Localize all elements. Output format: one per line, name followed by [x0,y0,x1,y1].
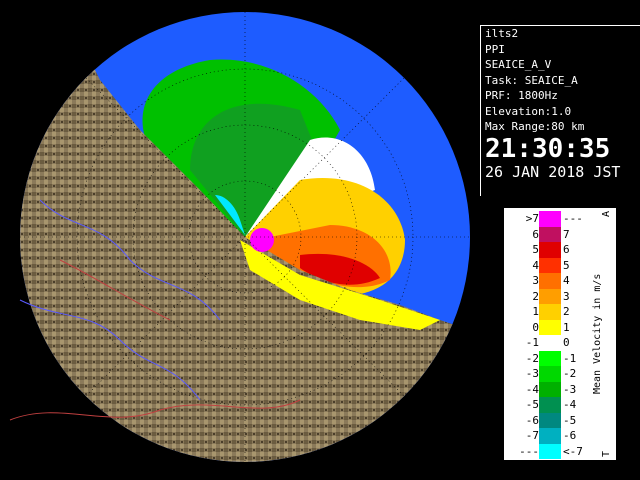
legend-label-left: 6 [532,227,539,241]
scan-date: 26 JAN 2018 JST [485,162,621,181]
legend-corner-bottom: T [601,450,612,457]
legend-corner-top: A [601,211,612,218]
legend-label-right: 5 [563,258,570,272]
legend-swatch [539,397,561,413]
legend-label-right: -3 [563,382,577,396]
legend-label-left: -7 [525,429,539,442]
prf-value: PRF: 1800Hz [485,89,558,102]
task-name: Task: SEAICE_A [485,73,578,87]
legend-swatch [539,443,561,460]
legend-swatch [539,304,561,320]
legend-label-right: -6 [563,429,577,442]
velocity-legend: >7 --- 6 7 5 6 4 5 3 4 2 3 1 2 0 1 -1 0 -2 -1 -3 -2 -4 -3 -5 -4 -6… [504,208,616,460]
product-type: PPI [485,42,505,56]
legend-label-left: -4 [525,382,539,396]
info-panel: ilts2 PPI SEAICE_A_V Task: SEAICE_A PRF:… [480,25,640,196]
legend-swatch [539,242,561,258]
legend-label-right: 3 [563,289,570,303]
legend-label-right: 1 [563,320,570,334]
scan-time: 21:30:35 [485,133,611,164]
legend-label-left: -6 [525,413,539,427]
field-name: SEAICE_A_V [485,58,552,71]
velocity-core-magenta [250,228,274,252]
legend-label-right: -4 [563,398,577,411]
legend-label-right: --- [563,212,583,225]
legend-swatch [539,350,561,367]
legend-label-left: -2 [525,351,539,365]
legend-label-left: >7 [525,212,539,225]
legend-label-left: --- [519,444,539,458]
legend-label-left: -1 [525,336,539,349]
legend-label-left: 0 [532,320,539,334]
legend-swatch [539,412,561,429]
legend-label-right: 2 [563,305,570,318]
legend-label-right: <-7 [563,444,583,458]
legend-label-left: -5 [525,398,539,411]
legend-title: Mean Velocity in m/s [592,273,603,395]
legend-label-right: 6 [563,243,570,256]
legend-label-right: -1 [563,351,577,365]
legend-label-right: 4 [563,274,570,287]
legend-label-left: 2 [532,289,539,303]
legend-label-right: -2 [563,367,577,380]
legend-swatch [539,428,561,444]
legend-swatch [539,366,561,382]
elevation-value: Elevation:1.0 [485,104,572,118]
legend-swatch [539,257,561,274]
legend-swatch [539,226,561,243]
legend-swatch [539,273,561,289]
station-name: ilts2 [485,27,519,40]
legend-swatch [539,211,561,227]
legend-swatch [539,381,561,398]
legend-swatch [539,335,561,351]
legend-label-left: 5 [532,243,539,256]
max-range-value: Max Range:80 km [485,120,585,133]
legend-label-left: 3 [532,274,539,287]
legend-label-right: -5 [563,413,577,427]
radar-ppi-map[interactable] [0,0,480,480]
legend-label-left: 1 [532,305,539,318]
legend-label-right: 0 [563,336,570,349]
legend-swatch [539,288,561,305]
legend-label-left: -3 [525,367,539,380]
legend-label-right: 7 [563,227,570,241]
legend-swatch [539,319,561,336]
legend-label-left: 4 [532,258,539,272]
